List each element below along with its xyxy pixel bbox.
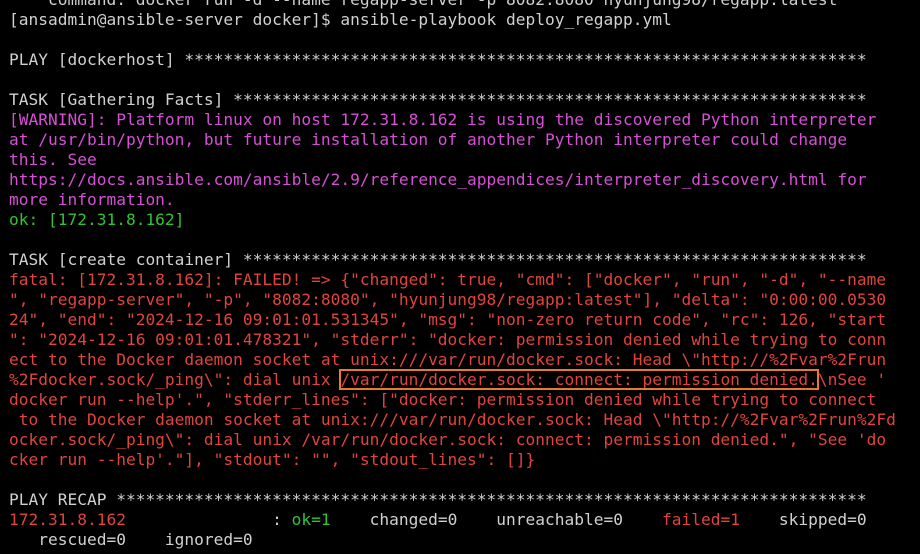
terminal-line-recap-row: 172.31.8.162 : ok=1 changed=0 unreachabl… bbox=[9, 510, 920, 530]
terminal-text-segment: cker run --help'."], "stdout": "", "stdo… bbox=[9, 450, 536, 469]
terminal-line-warning: https://docs.ansible.com/ansible/2.9/ref… bbox=[9, 170, 920, 190]
terminal-text-segment: : bbox=[125, 510, 292, 529]
terminal-line-task: TASK [create container] ****************… bbox=[9, 250, 920, 270]
terminal-line-warning: [WARNING]: Platform linux on host 172.31… bbox=[9, 110, 920, 130]
terminal-text-segment: more information. bbox=[9, 190, 175, 209]
terminal-text-segment: rescued=0 ignored=0 bbox=[9, 530, 253, 549]
terminal-text-segment: docker run --help'.", "stderr_lines": ["… bbox=[9, 390, 877, 409]
terminal-text-segment: [ansadmin@ansible-server docker]$ ansibl… bbox=[9, 10, 672, 29]
terminal-text-segment: ": "2024-12-16 09:01:01.478321", "stderr… bbox=[9, 330, 887, 349]
terminal-line-recap-row: rescued=0 ignored=0 bbox=[9, 530, 920, 550]
terminal-text-segment: at /usr/bin/python, but future installat… bbox=[9, 130, 848, 149]
terminal-line-warning: this. See bbox=[9, 150, 920, 170]
terminal-line-fatal: ocker.sock/_ping\": dial unix /var/run/d… bbox=[9, 430, 920, 450]
terminal-line-fatal: fatal: [172.31.8.162]: FAILED! => {"chan… bbox=[9, 270, 920, 290]
terminal-line-fatal: ", "regapp-server", "-p", "8082:8080", "… bbox=[9, 290, 920, 310]
terminal-text-segment: fatal: [172.31.8.162]: FAILED! => {"chan… bbox=[9, 270, 887, 289]
terminal-text-segment: changed=0 unreachable=0 bbox=[330, 510, 662, 529]
highlighted-error-text: /var/run/docker.sock: connect: permissio… bbox=[339, 369, 819, 390]
terminal-text-segment: ok=1 bbox=[291, 510, 331, 529]
terminal-text-segment: ok: [172.31.8.162] bbox=[9, 210, 185, 229]
terminal-line-fatal: ": "2024-12-16 09:01:01.478321", "stderr… bbox=[9, 330, 920, 350]
terminal-line-ok: ok: [172.31.8.162] bbox=[9, 210, 920, 230]
terminal-text-segment: PLAY [dockerhost] **********************… bbox=[9, 50, 867, 69]
terminal-line-fatal: 24", "end": "2024-12-16 09:01:01.531345"… bbox=[9, 310, 920, 330]
terminal-line-cut: command: docker run -d --name regapp-ser… bbox=[9, 0, 920, 10]
terminal-line-fatal: to the Docker daemon socket at unix:///v… bbox=[9, 410, 920, 430]
terminal-text-segment: failed=1 bbox=[661, 510, 740, 529]
terminal-text-segment: this. See bbox=[9, 150, 97, 169]
terminal-text-segment: command: docker run -d --name regapp-ser… bbox=[9, 0, 837, 9]
terminal-window[interactable]: command: docker run -d --name regapp-ser… bbox=[0, 0, 920, 554]
terminal-line-task: TASK [Gathering Facts] *****************… bbox=[9, 90, 920, 110]
terminal-line-fatal: %2Fdocker.sock/_ping\": dial unix /var/r… bbox=[9, 369, 920, 390]
terminal-text-segment: ect to the Docker daemon socket at unix:… bbox=[9, 350, 887, 369]
terminal-line-play: PLAY [dockerhost] **********************… bbox=[9, 50, 920, 70]
terminal-line-fatal: docker run --help'.", "stderr_lines": ["… bbox=[9, 390, 920, 410]
terminal-line-fatal: ect to the Docker daemon socket at unix:… bbox=[9, 350, 920, 370]
terminal-text-segment: skipped=0 bbox=[739, 510, 867, 529]
terminal-text-segment: ", "regapp-server", "-p", "8082:8080", "… bbox=[9, 290, 887, 309]
terminal-text-segment: to the Docker daemon socket at unix:///v… bbox=[9, 410, 896, 429]
terminal-text-segment: \nSee ' bbox=[817, 370, 887, 389]
terminal-text-segment: 24", "end": "2024-12-16 09:01:01.531345"… bbox=[9, 310, 887, 329]
terminal-line-prompt: [ansadmin@ansible-server docker]$ ansibl… bbox=[9, 10, 920, 30]
terminal-text-segment: %2Fdocker.sock/_ping\": dial unix bbox=[9, 370, 341, 389]
terminal-text-segment: TASK [create container] ****************… bbox=[9, 250, 867, 269]
terminal-text-segment: 172.31.8.162 bbox=[9, 510, 126, 529]
terminal-text-segment: TASK [Gathering Facts] *****************… bbox=[9, 90, 867, 109]
terminal-line-recap: PLAY RECAP *****************************… bbox=[9, 490, 920, 510]
terminal-text-segment: [WARNING]: Platform linux on host 172.31… bbox=[9, 110, 877, 129]
terminal-text-segment: ocker.sock/_ping\": dial unix /var/run/d… bbox=[9, 430, 887, 449]
terminal-line-warning: at /usr/bin/python, but future installat… bbox=[9, 130, 920, 150]
terminal-text-segment: https://docs.ansible.com/ansible/2.9/ref… bbox=[9, 170, 867, 189]
terminal-line-warning: more information. bbox=[9, 190, 920, 210]
terminal-text-segment: PLAY RECAP *****************************… bbox=[9, 490, 867, 509]
terminal-line-fatal: cker run --help'."], "stdout": "", "stdo… bbox=[9, 450, 920, 470]
